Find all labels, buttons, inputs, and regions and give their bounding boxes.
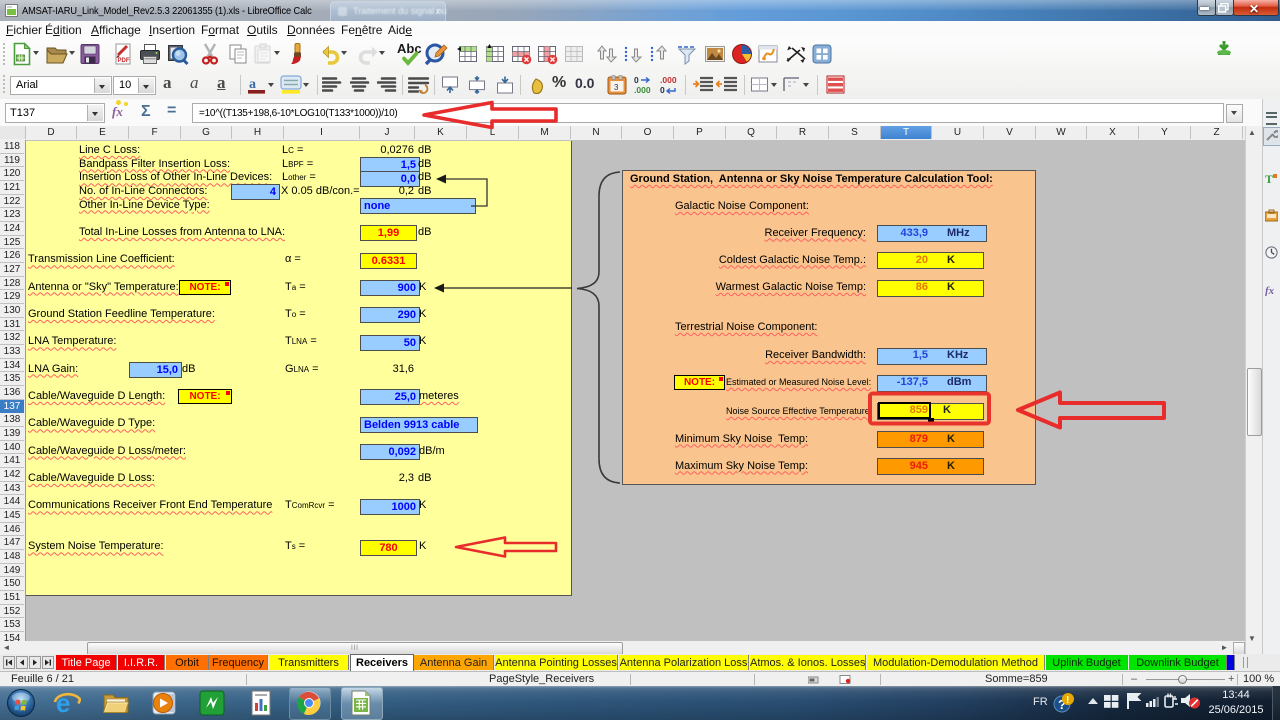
svg-text:T: T [1265,172,1273,185]
svg-text:a: a [249,77,256,92]
svg-text:fx: fx [1265,285,1275,296]
svg-text:.000: .000 [634,85,651,95]
svg-text:3: 3 [614,83,619,92]
svg-text:0: 0 [634,75,639,85]
svg-text:!: ! [1066,695,1069,706]
svg-text:0: 0 [660,85,665,95]
svg-text:PDF: PDF [118,58,130,64]
svg-text:.000: .000 [660,75,677,85]
